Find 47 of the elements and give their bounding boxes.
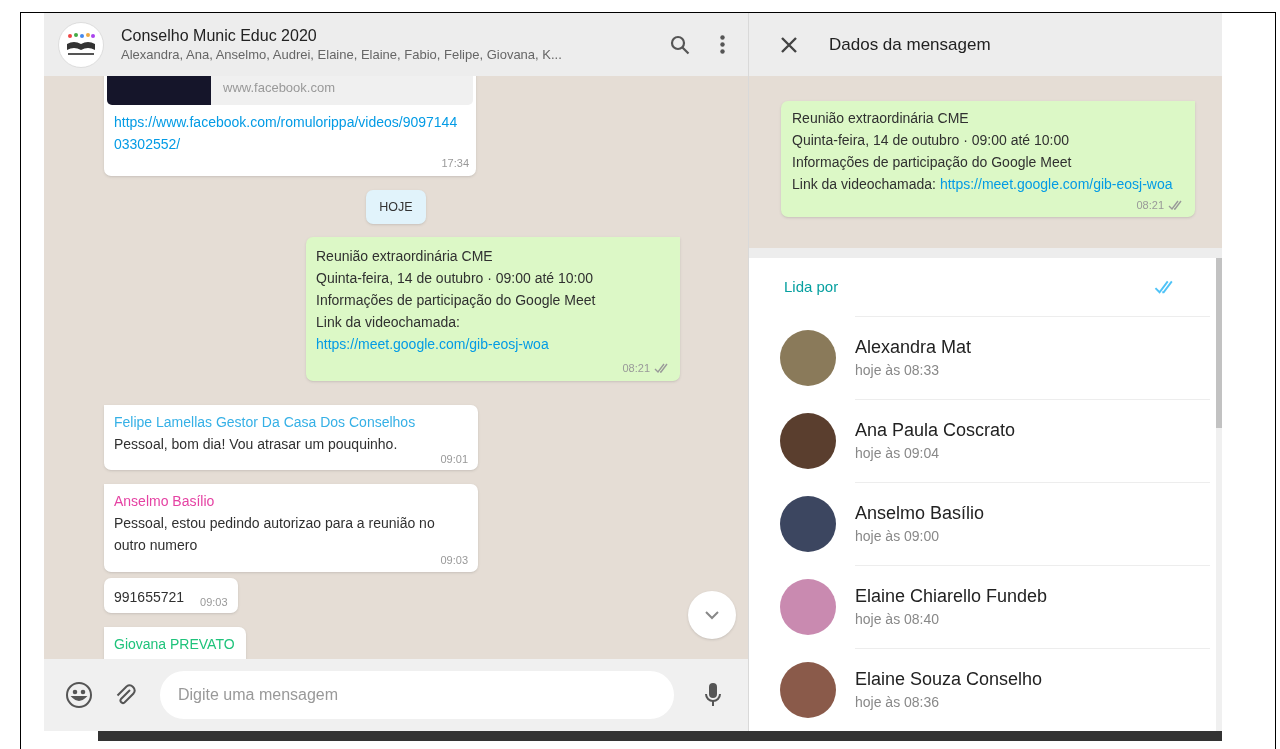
message-text: Informações de participação do Google Meet (792, 153, 1073, 172)
details-title: Dados da mensagem (829, 33, 991, 56)
message-text: Informações de participação do Google Meet (316, 291, 597, 311)
message-text: Link da videochamada: (316, 313, 461, 333)
close-button[interactable] (779, 34, 799, 55)
reader-name: Elaine Souza Conselho (855, 668, 1044, 691)
read-by-label: Lida por (784, 276, 839, 297)
reader-row[interactable]: Ana Paula Coscrato hoje às 09:04 (749, 399, 1216, 482)
reader-row[interactable]: Anselmo Basílio hoje às 09:00 (749, 482, 1216, 565)
reader-name: Ana Paula Coscrato (855, 419, 1017, 442)
message-text: Reunião extraordinária CME (316, 247, 494, 267)
reader-name: Elaine Chiarello Fundeb (855, 585, 1049, 608)
group-avatar-icon (58, 21, 104, 68)
message-text: 991655721 (114, 587, 185, 607)
chat-title: Conselho Munic Educ 2020 (121, 25, 318, 46)
message-text: Quinta-feira, 14 de outubro · 09:00 até 10:00 (792, 131, 1071, 150)
read-time: hoje às 08:33 (855, 361, 941, 380)
chevron-down-icon (703, 609, 721, 621)
message-text: Link da videochamada: https://meet.google.com/gib-eosj-woa (792, 175, 1174, 194)
avatar-placeholder (780, 495, 836, 552)
participants-list: Alexandra, Ana, Anselmo, Audrei, Elaine, Elaine, Fabio, Felipe, Giovana, K... (121, 45, 652, 64)
reader-row[interactable]: Alexandra Mat hoje às 08:33 (749, 316, 1216, 399)
message-time: 09:03 (439, 553, 468, 569)
emoji-button[interactable] (64, 680, 94, 710)
message-text: Pessoal, bom dia! Vou atrasar um pouquinho. (114, 434, 399, 454)
message-time: 17:34 (440, 156, 470, 171)
link-domain: www.facebook.com (223, 78, 335, 97)
message-text: Quinta-feira, 14 de outubro · 09:00 até 10:00 (316, 269, 595, 289)
reader-name: Alexandra Mat (855, 336, 973, 359)
read-time: hoje às 09:00 (855, 527, 941, 546)
message-time: 08:21 (622, 361, 650, 377)
read-time: hoje às 08:40 (855, 610, 941, 629)
sender-name: Giovana PREVATO (114, 634, 236, 654)
message-text: Pessoal, estou pedindo autorizao para a reunião no outro numero (114, 514, 436, 556)
date-label: HOJE (366, 189, 426, 225)
reader-row[interactable]: Elaine Chiarello Fundeb hoje às 08:40 (749, 565, 1216, 648)
menu-icon (719, 35, 725, 54)
sender-name: Felipe Lamellas Gestor Da Casa Dos Conselhos (114, 412, 417, 432)
reader-name: Anselmo Basílio (855, 502, 986, 525)
sender-name: Anselmo Basílio (114, 492, 216, 512)
read-time: hoje às 08:36 (855, 693, 941, 712)
message-time: 09:01 (439, 451, 468, 467)
read-time: hoje às 09:04 (855, 444, 941, 463)
message-text: Reunião extraordinária CME (792, 109, 970, 128)
message-input[interactable]: Digite uma mensagem (160, 671, 674, 719)
message-time: 08:21 (1136, 198, 1164, 213)
message-time: 09:03 (200, 595, 228, 611)
